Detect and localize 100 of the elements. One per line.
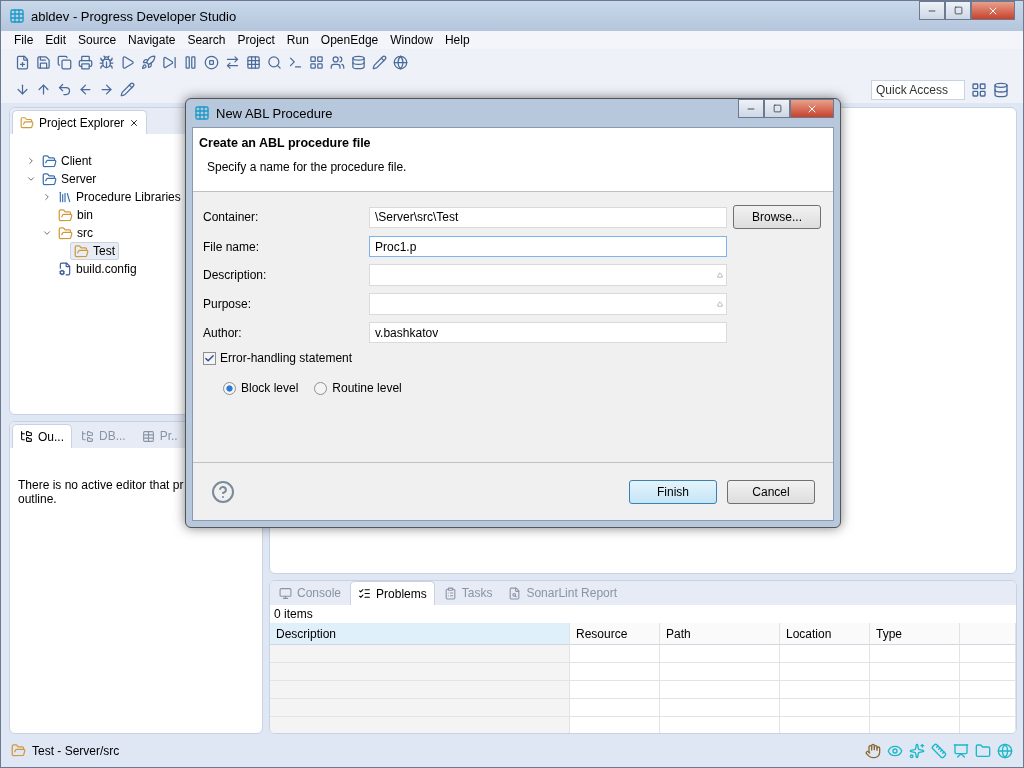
collapsed-icon[interactable]	[26, 156, 36, 166]
terminal-icon[interactable]	[288, 55, 303, 70]
folder-icon	[11, 743, 26, 758]
panel-tab[interactable]: Project Explorer	[12, 110, 148, 134]
hand-icon[interactable]	[865, 742, 881, 759]
tree-item[interactable]: build.config	[54, 260, 141, 278]
search-icon[interactable]	[267, 55, 282, 70]
tree-icon	[81, 429, 94, 443]
save-icon[interactable]	[36, 55, 51, 70]
down-arrow-icon[interactable]	[15, 82, 30, 97]
arrows-icon[interactable]	[225, 55, 240, 70]
browse-button[interactable]: Browse...	[733, 205, 821, 229]
menu-item[interactable]: Window	[385, 31, 438, 49]
tree-item[interactable]: Client	[38, 152, 96, 170]
problems-icon	[358, 587, 372, 600]
database-icon[interactable]	[351, 55, 366, 70]
radio-button[interactable]	[223, 381, 236, 395]
dialog-title: New ABL Procedure	[216, 105, 333, 121]
menu-item[interactable]: Project	[232, 31, 280, 49]
expanded-icon[interactable]	[26, 174, 36, 184]
quick-access-field[interactable]: Quick Access	[871, 79, 965, 100]
globe-icon[interactable]	[393, 55, 408, 70]
close-button[interactable]	[971, 1, 1015, 20]
explorer-icon	[20, 115, 34, 130]
radio-label: Block level	[241, 381, 299, 395]
tree-item[interactable]: bin	[54, 206, 97, 224]
pause-icon[interactable]	[183, 55, 198, 70]
tree-item[interactable]: Procedure Libraries	[54, 188, 185, 206]
config-file-icon	[58, 262, 72, 276]
menu-item[interactable]: File	[9, 31, 39, 49]
column-header[interactable]: Location	[780, 623, 870, 645]
rocket-icon[interactable]	[141, 55, 156, 70]
close-button[interactable]	[790, 99, 834, 118]
back-icon[interactable]	[57, 82, 72, 97]
report-icon	[508, 586, 522, 600]
grid-icon[interactable]	[246, 55, 261, 70]
project-folder-icon	[42, 171, 57, 187]
field-label: Purpose:	[203, 297, 253, 311]
menu-item[interactable]: Help	[439, 31, 475, 49]
maximize-button[interactable]	[764, 99, 790, 118]
dialog-button[interactable]: Cancel	[727, 479, 815, 504]
status-text: Test - Server/src	[32, 743, 120, 758]
outline-icon	[20, 430, 33, 443]
tree-item[interactable]: Server	[38, 170, 101, 188]
new-file-icon[interactable]	[15, 55, 30, 70]
bug-icon[interactable]	[99, 55, 114, 70]
maximize-icon	[772, 104, 782, 113]
text-field[interactable]	[369, 293, 727, 315]
column-header[interactable]: Path	[660, 623, 780, 645]
tree-item[interactable]: src	[54, 224, 97, 242]
menu-item[interactable]: Edit	[40, 31, 72, 49]
right-arrow-icon[interactable]	[99, 82, 114, 97]
menu-item[interactable]: Source	[73, 31, 122, 49]
field-label: Author:	[203, 325, 243, 340]
field-label: File name:	[203, 239, 261, 254]
dialog-heading: Create an ABL procedure file	[199, 136, 372, 150]
text-field[interactable]	[369, 264, 727, 286]
panel-tab[interactable]: Ou...	[12, 424, 72, 448]
column-header[interactable]: Type	[870, 623, 960, 645]
tree-item[interactable]: Test	[70, 242, 119, 260]
dialog-subtitle: Specify a name for the procedure file.	[207, 160, 408, 174]
minimize-button[interactable]	[738, 99, 764, 118]
tasks-icon	[443, 586, 457, 600]
item-count: 0 items	[273, 606, 314, 623]
table-icon	[141, 429, 155, 443]
text-field[interactable]: \Server\src\Test	[369, 206, 727, 228]
close-icon[interactable]	[129, 117, 140, 128]
minimize-button[interactable]	[919, 1, 945, 20]
menu-item[interactable]: OpenEdge	[315, 31, 384, 49]
dialog-button[interactable]: Finish	[629, 479, 717, 504]
folder-icon	[58, 207, 73, 223]
menu-item[interactable]: Run	[281, 31, 314, 49]
collapsed-icon[interactable]	[42, 192, 52, 202]
radio-button[interactable]	[314, 381, 328, 395]
pencil-icon[interactable]	[372, 55, 387, 70]
field-label: Container:	[203, 210, 260, 224]
maximize-button[interactable]	[945, 1, 971, 20]
field-label: Description:	[203, 268, 268, 282]
menu-item[interactable]: Search	[182, 31, 231, 49]
layout-icon[interactable]	[309, 55, 324, 70]
maximize-icon	[953, 6, 963, 15]
radio-label: Routine level	[332, 381, 402, 395]
folder-icon	[74, 243, 89, 259]
users-icon[interactable]	[330, 55, 345, 70]
app-icon	[9, 8, 25, 24]
stop-icon[interactable]	[204, 55, 219, 70]
text-field[interactable]: Proc1.p	[369, 236, 727, 257]
save-all-icon[interactable]	[57, 55, 72, 70]
text-field[interactable]: v.bashkatov	[369, 322, 727, 343]
resume-icon[interactable]	[162, 55, 177, 70]
checkbox[interactable]	[203, 351, 216, 365]
menu-item[interactable]: Navigate	[123, 31, 181, 49]
run-icon[interactable]	[120, 55, 135, 70]
column-header[interactable]: Description	[270, 623, 570, 645]
edit-icon[interactable]	[120, 82, 135, 97]
help-icon[interactable]	[211, 479, 235, 504]
column-header[interactable]: Resource	[570, 623, 660, 645]
panel-tab[interactable]: Problems	[350, 581, 435, 605]
print-icon[interactable]	[78, 55, 93, 70]
expanded-icon[interactable]	[42, 228, 52, 238]
